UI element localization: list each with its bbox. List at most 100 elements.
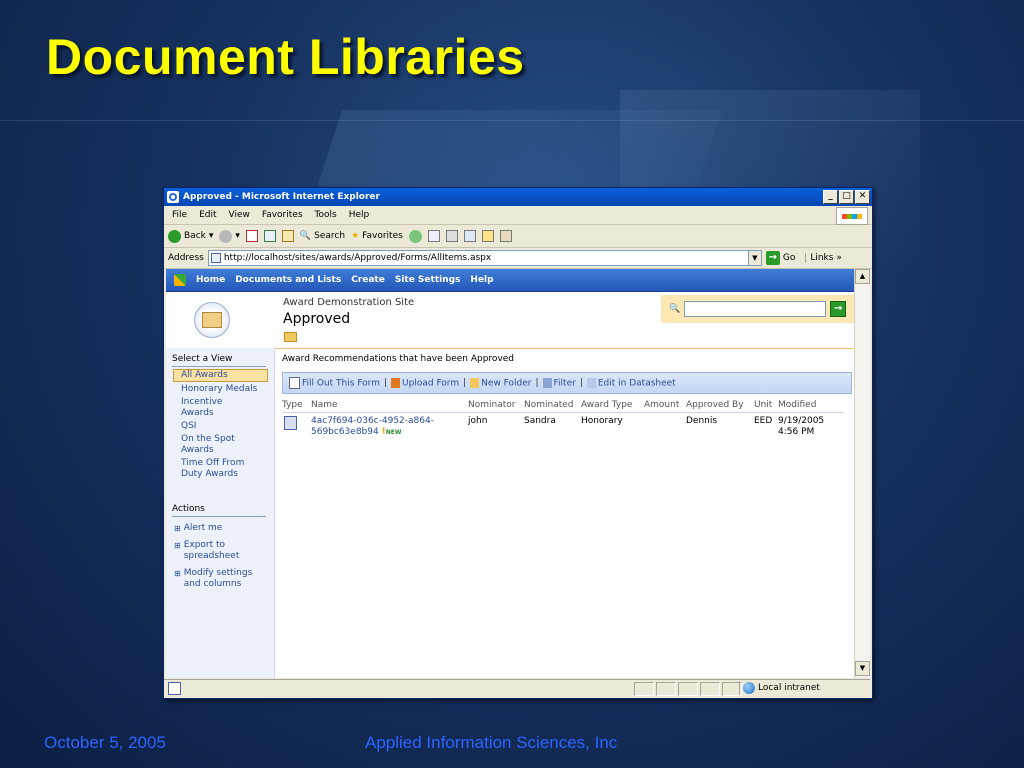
cell-nominator: john bbox=[468, 416, 488, 426]
slide-title: Document Libraries bbox=[46, 29, 525, 85]
separator: | bbox=[579, 378, 583, 388]
item-name-link[interactable]: 4ac7f694-036c-4952-a864- 569bc63e8b94 !N… bbox=[311, 416, 434, 438]
view-on-the-spot-awards[interactable]: On the Spot Awards bbox=[181, 434, 251, 456]
view-qsi[interactable]: QSI bbox=[181, 421, 274, 432]
maximize-button[interactable]: □ bbox=[839, 190, 854, 204]
nav-home[interactable]: Home bbox=[196, 275, 225, 285]
messenger-icon[interactable] bbox=[499, 230, 512, 242]
menu-file[interactable]: File bbox=[172, 210, 187, 220]
page-status-icon bbox=[168, 682, 181, 695]
search-button[interactable]: 🔍 Search bbox=[300, 231, 345, 241]
address-url: http://localhost/sites/awards/Approved/F… bbox=[223, 253, 492, 263]
globe-icon bbox=[743, 682, 755, 694]
address-input[interactable]: http://localhost/sites/awards/Approved/F… bbox=[207, 250, 762, 266]
column-header-award-type[interactable]: Award Type bbox=[581, 400, 632, 410]
menu-help[interactable]: Help bbox=[349, 210, 370, 220]
search-input[interactable] bbox=[684, 301, 827, 317]
address-bar: Address http://localhost/sites/awards/Ap… bbox=[164, 248, 872, 269]
nav-create[interactable]: Create bbox=[351, 275, 385, 285]
column-header-approved-by[interactable]: Approved By bbox=[686, 400, 744, 410]
search-icon: 🔍 bbox=[669, 304, 681, 314]
column-header-nominated[interactable]: Nominated bbox=[524, 400, 574, 410]
filter-button[interactable]: Filter bbox=[542, 377, 576, 388]
address-dropdown-button[interactable]: ▼ bbox=[747, 251, 761, 265]
sharepoint-header: Award Demonstration Site Approved 🔍 → bbox=[166, 292, 854, 349]
scroll-down-button[interactable]: ▼ bbox=[855, 661, 870, 676]
edit-icon[interactable] bbox=[463, 230, 476, 242]
menu-tools[interactable]: Tools bbox=[315, 210, 337, 220]
fill-out-form-button[interactable]: Fill Out This Form bbox=[289, 377, 380, 389]
view-honorary-medals[interactable]: Honorary Medals bbox=[181, 384, 274, 395]
fill-out-form-label: Fill Out This Form bbox=[302, 378, 380, 389]
site-name[interactable]: Award Demonstration Site bbox=[283, 297, 414, 308]
mail-icon[interactable] bbox=[427, 230, 440, 242]
menu-edit[interactable]: Edit bbox=[199, 210, 216, 220]
forward-button[interactable]: ▾ bbox=[219, 229, 240, 243]
status-panes bbox=[634, 682, 742, 696]
discuss-icon[interactable] bbox=[481, 230, 494, 242]
action-label: Modify settings and columns bbox=[183, 568, 253, 589]
favorites-button[interactable]: ★ Favorites bbox=[351, 231, 403, 241]
ie-icon bbox=[167, 191, 179, 203]
column-header-type[interactable]: Type bbox=[282, 400, 303, 410]
chevron-down-icon: ▾ bbox=[235, 231, 240, 241]
favorites-label: Favorites bbox=[362, 231, 403, 241]
edit-in-datasheet-button[interactable]: Edit in Datasheet bbox=[586, 377, 676, 389]
scroll-up-button[interactable]: ▲ bbox=[855, 269, 870, 284]
browser-toolbar: Back ▾ ▾ 🔍 Search ★ Favorites bbox=[164, 225, 872, 248]
sharepoint-top-nav: Home Documents and Lists Create Site Set… bbox=[166, 269, 854, 292]
nav-documents-and-lists[interactable]: Documents and Lists bbox=[235, 275, 341, 285]
menu-favorites[interactable]: Favorites bbox=[262, 210, 303, 220]
action-export-to-spreadsheet[interactable]: ⊞ Export to spreadsheet bbox=[174, 540, 274, 562]
action-label: Export to spreadsheet bbox=[183, 540, 240, 561]
close-button[interactable]: ✕ bbox=[855, 190, 870, 204]
view-incentive-awards[interactable]: Incentive Awards bbox=[181, 397, 251, 419]
search-area: 🔍 → bbox=[661, 295, 854, 323]
main-content: Award Recommendations that have been App… bbox=[282, 354, 852, 440]
home-icon[interactable] bbox=[281, 230, 294, 242]
footer-date: October 5, 2005 bbox=[44, 733, 166, 752]
print-icon[interactable] bbox=[445, 230, 458, 242]
window-controls: _ □ ✕ bbox=[823, 190, 870, 204]
column-header-name[interactable]: Name bbox=[311, 400, 338, 410]
new-folder-button[interactable]: New Folder bbox=[470, 377, 531, 388]
column-header-nominator[interactable]: Nominator bbox=[468, 400, 515, 410]
upload-form-button[interactable]: Upload Form bbox=[391, 377, 459, 388]
item-name-line1: 4ac7f694-036c-4952-a864- bbox=[311, 416, 434, 426]
action-alert-me[interactable]: ⊞ Alert me bbox=[174, 523, 274, 534]
security-zone: Local intranet bbox=[739, 681, 820, 695]
links-button[interactable]: Links » bbox=[805, 253, 842, 263]
bullet-icon: ⊞ bbox=[174, 541, 181, 550]
history-icon[interactable] bbox=[408, 229, 422, 243]
edit-in-datasheet-label: Edit in Datasheet bbox=[597, 378, 676, 389]
search-go-button[interactable]: → bbox=[830, 301, 847, 317]
view-all-awards[interactable]: All Awards bbox=[173, 369, 268, 382]
vertical-scrollbar[interactable]: ▲ ▼ bbox=[854, 269, 870, 678]
menu-view[interactable]: View bbox=[229, 210, 250, 220]
column-header-modified[interactable]: Modified bbox=[778, 400, 816, 410]
go-button[interactable]: → Go bbox=[765, 251, 795, 265]
document-icon bbox=[289, 377, 300, 389]
column-header-unit[interactable]: Unit bbox=[754, 400, 772, 410]
nav-site-settings[interactable]: Site Settings bbox=[395, 275, 461, 285]
nav-help[interactable]: Help bbox=[470, 275, 493, 285]
back-label: Back bbox=[184, 231, 206, 241]
browser-titlebar: Approved - Microsoft Internet Explorer _… bbox=[164, 188, 872, 206]
page-content: Home Documents and Lists Create Site Set… bbox=[166, 269, 854, 678]
go-arrow-icon: → bbox=[765, 251, 780, 265]
stop-icon[interactable] bbox=[245, 230, 258, 242]
refresh-icon[interactable] bbox=[263, 230, 276, 242]
window-title: Approved - Microsoft Internet Explorer bbox=[183, 192, 380, 202]
action-label: Alert me bbox=[183, 523, 223, 533]
action-modify-settings[interactable]: ⊞ Modify settings and columns bbox=[174, 568, 274, 590]
list-toolbar: Fill Out This Form | Upload Form | New F… bbox=[282, 372, 852, 394]
back-button[interactable]: Back ▾ bbox=[168, 229, 213, 243]
cell-award-type: Honorary bbox=[581, 416, 623, 426]
select-a-view-heading: Select a View bbox=[172, 354, 266, 367]
view-time-off-from-duty-awards[interactable]: Time Off From Duty Awards bbox=[181, 458, 261, 480]
list-title: Approved bbox=[283, 311, 351, 327]
list-description: Award Recommendations that have been App… bbox=[282, 354, 515, 364]
column-header-amount[interactable]: Amount bbox=[644, 400, 679, 410]
cell-nominated: Sandra bbox=[524, 416, 556, 426]
minimize-button[interactable]: _ bbox=[823, 190, 838, 204]
